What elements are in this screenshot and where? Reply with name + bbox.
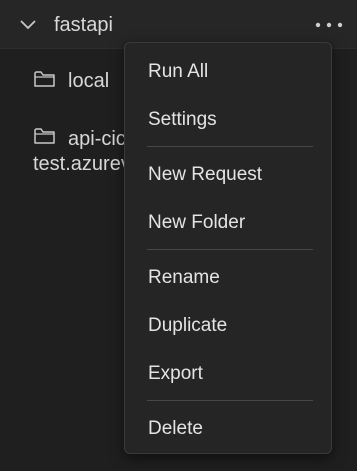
menu-item-label: Run All <box>148 61 209 82</box>
tree-item-label: api-cic <box>68 128 126 150</box>
more-options-icon[interactable] <box>311 13 347 37</box>
menu-item-new-request[interactable]: New Request <box>125 154 331 196</box>
menu-item-export[interactable]: Export <box>125 353 331 395</box>
menu-item-label: Rename <box>148 267 220 288</box>
folder-icon <box>34 71 55 87</box>
menu-item-settings[interactable]: Settings <box>125 99 331 141</box>
tree-item-label-continued: test.azurev <box>33 153 131 175</box>
menu-item-delete[interactable]: Delete <box>125 408 331 450</box>
menu-separator <box>147 400 313 401</box>
menu-item-label: New Folder <box>148 212 246 233</box>
menu-item-label: New Request <box>148 164 263 185</box>
menu-item-new-folder[interactable]: New Folder <box>125 202 331 244</box>
context-menu: Run All Settings New Request New Folder … <box>124 42 332 454</box>
tree-item-label: local <box>68 70 110 92</box>
menu-item-label: Settings <box>148 109 217 130</box>
menu-item-rename[interactable]: Rename <box>125 257 331 299</box>
menu-separator <box>147 146 313 147</box>
collection-name: fastapi <box>54 14 113 36</box>
folder-icon <box>34 128 55 144</box>
menu-separator <box>147 249 313 250</box>
menu-item-run-all[interactable]: Run All <box>125 51 331 93</box>
chevron-down-icon[interactable] <box>18 14 38 34</box>
menu-item-label: Export <box>148 363 203 384</box>
menu-item-label: Delete <box>148 418 203 439</box>
menu-item-duplicate[interactable]: Duplicate <box>125 305 331 347</box>
menu-item-label: Duplicate <box>148 315 228 336</box>
